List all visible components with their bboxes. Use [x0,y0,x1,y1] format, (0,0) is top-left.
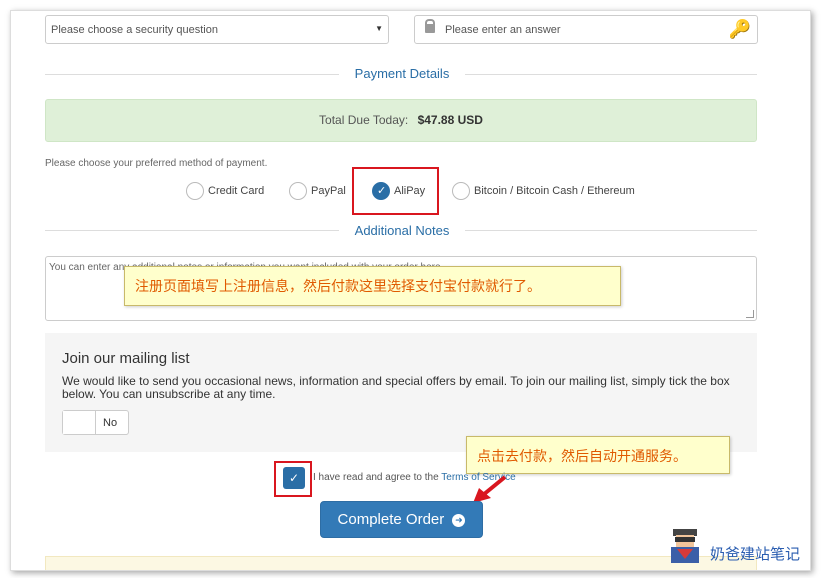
radio-icon [452,182,470,200]
watermark-avatar-icon [671,529,699,563]
payment-details-title: Payment Details [339,66,465,81]
radio-icon [186,182,204,200]
toggle-label: No [103,417,118,429]
total-due-value: $47.88 USD [417,113,483,127]
key-icon: 🔑 [728,19,751,39]
resize-grip-icon[interactable] [746,310,754,318]
red-arrow-icon [473,475,507,503]
payment-option-label: PayPal [311,185,346,197]
complete-order-button[interactable]: Complete Order ➜ [320,501,483,538]
terms-prefix: I have read and agree to the [313,472,439,483]
lock-icon [425,19,435,33]
alipay-highlight-box [352,167,439,215]
security-question-value: Please choose a security question [51,24,218,36]
register-callout: 注册页面填写上注册信息，然后付款这里选择支付宝付款就行了。 [124,266,621,306]
order-form-page: Please choose a security question ▼ Plea… [10,10,811,571]
mailing-list-toggle[interactable]: No [62,410,129,435]
security-question-select[interactable]: Please choose a security question ▼ [45,15,389,44]
mailing-list-title: Join our mailing list [62,350,190,367]
additional-notes-title: Additional Notes [339,223,465,238]
payment-option-crypto[interactable]: Bitcoin / Bitcoin Cash / Ethereum [452,181,635,201]
checkbox-highlight-box [274,461,312,497]
payment-option-credit-card[interactable]: Credit Card [186,181,264,201]
arrow-circle-right-icon: ➜ [452,514,466,527]
complete-order-label: Complete Order [337,511,445,528]
radio-icon [289,182,307,200]
security-answer-placeholder: Please enter an answer [445,24,561,36]
payment-option-paypal[interactable]: PayPal [289,181,346,201]
watermark-text: 奶爸建站笔记 [710,546,801,563]
total-due-label: Total Due Today: [319,113,409,127]
total-due-panel: Total Due Today: $47.88 USD [45,99,757,142]
mailing-list-text: We would like to send you occasional new… [62,374,730,401]
caret-down-icon: ▼ [375,24,383,33]
payment-option-label: Credit Card [208,185,265,197]
toggle-knob [63,411,96,434]
bottom-panel [45,556,757,570]
security-answer-input[interactable]: Please enter an answer 🔑 [414,15,758,44]
payment-option-label: Bitcoin / Bitcoin Cash / Ethereum [474,185,635,197]
mailing-list-panel: Join our mailing list We would like to s… [45,333,757,452]
pay-callout: 点击去付款，然后自动开通服务。 [466,436,730,474]
payment-method-prompt: Please choose your preferred method of p… [45,158,268,169]
